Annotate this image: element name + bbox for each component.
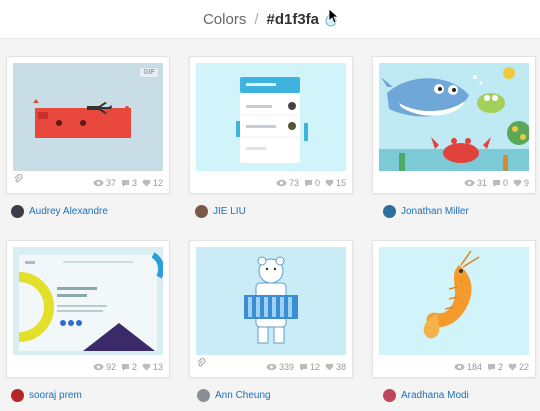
shot-stats: 92 2 13 xyxy=(93,360,163,374)
comments-count: 2 xyxy=(497,362,503,372)
likes-stat[interactable]: 9 xyxy=(513,178,529,188)
gif-badge: GIF xyxy=(139,67,159,78)
views-count: 184 xyxy=(466,362,482,372)
likes-count: 12 xyxy=(152,178,163,188)
comments-stat[interactable]: 12 xyxy=(299,362,320,372)
comments-stat[interactable]: 2 xyxy=(121,362,137,372)
shot-card[interactable]: 339 12 38 xyxy=(189,240,353,378)
likes-count: 9 xyxy=(523,178,529,188)
shot-author[interactable]: Aradhana Modi xyxy=(383,389,469,402)
eye-icon xyxy=(464,179,475,187)
likes-count: 22 xyxy=(518,362,529,372)
shot-author[interactable]: JIE LIU xyxy=(195,205,246,218)
avatar[interactable] xyxy=(11,389,24,402)
comments-count: 0 xyxy=(502,178,508,188)
comments-stat[interactable]: 3 xyxy=(121,178,137,188)
views-stat: 31 xyxy=(464,178,487,188)
shot-author[interactable]: Jonathan Miller xyxy=(383,205,469,218)
likes-count: 15 xyxy=(335,178,346,188)
author-name[interactable]: Jonathan Miller xyxy=(401,206,469,217)
author-name[interactable]: Audrey Alexandre xyxy=(29,206,108,217)
mouse-cursor-icon xyxy=(328,8,340,29)
shot-stats: 73 0 15 xyxy=(276,176,346,190)
shot-author[interactable]: Ann Cheung xyxy=(197,389,271,402)
shot-card[interactable]: 73 0 15 xyxy=(189,56,353,194)
comments-stat[interactable]: 2 xyxy=(487,362,503,372)
likes-stat[interactable]: 22 xyxy=(508,362,529,372)
breadcrumb-separator: / xyxy=(254,10,259,28)
breadcrumb-colors-link[interactable]: Colors xyxy=(203,11,246,28)
shot-thumbnail[interactable] xyxy=(196,63,346,171)
shot-stats: 184 2 22 xyxy=(454,360,529,374)
shot-card[interactable]: GIF 37 3 12 xyxy=(6,56,170,194)
heart-icon xyxy=(513,179,522,187)
heart-icon xyxy=(142,363,151,371)
views-stat: 184 xyxy=(454,362,482,372)
shot-card[interactable]: 184 2 22 xyxy=(372,240,536,378)
likes-stat[interactable]: 15 xyxy=(325,178,346,188)
avatar[interactable] xyxy=(195,205,208,218)
shot-thumbnail[interactable] xyxy=(13,247,163,355)
views-stat: 37 xyxy=(93,178,116,188)
shot-thumbnail[interactable] xyxy=(196,247,346,355)
comments-stat[interactable]: 0 xyxy=(492,178,508,188)
shot-thumbnail[interactable] xyxy=(379,63,529,171)
likes-stat[interactable]: 12 xyxy=(142,178,163,188)
views-count: 31 xyxy=(476,178,487,188)
likes-count: 13 xyxy=(152,362,163,372)
shot-author[interactable]: sooraj prem xyxy=(11,389,82,402)
comments-count: 12 xyxy=(309,362,320,372)
attachment-icon xyxy=(13,172,24,190)
shot-card[interactable]: 31 0 9 xyxy=(372,56,536,194)
shot-stats: 37 3 12 xyxy=(93,176,163,190)
author-name[interactable]: Aradhana Modi xyxy=(401,390,469,401)
shot-stats: 31 0 9 xyxy=(464,176,529,190)
heart-icon xyxy=(142,179,151,187)
eye-icon xyxy=(266,363,277,371)
avatar[interactable] xyxy=(383,205,396,218)
heart-icon xyxy=(508,363,517,371)
heart-icon xyxy=(325,363,334,371)
likes-count: 38 xyxy=(335,362,346,372)
views-stat: 73 xyxy=(276,178,299,188)
comment-icon xyxy=(492,179,501,188)
likes-stat[interactable]: 13 xyxy=(142,362,163,372)
attachment-icon xyxy=(196,356,207,374)
author-name[interactable]: JIE LIU xyxy=(213,206,246,217)
eye-icon xyxy=(276,179,287,187)
views-count: 73 xyxy=(288,178,299,188)
likes-stat[interactable]: 38 xyxy=(325,362,346,372)
comment-icon xyxy=(487,363,496,372)
eye-icon xyxy=(93,179,104,187)
avatar[interactable] xyxy=(383,389,396,402)
comments-stat[interactable]: 0 xyxy=(304,178,320,188)
color-hex-title: #d1f3fa xyxy=(266,10,320,28)
avatar[interactable] xyxy=(197,389,210,402)
shot-author[interactable]: Audrey Alexandre xyxy=(11,205,108,218)
eye-icon xyxy=(93,363,104,371)
comment-icon xyxy=(121,363,130,372)
views-count: 92 xyxy=(105,362,116,372)
views-stat: 92 xyxy=(93,362,116,372)
shot-thumbnail[interactable]: GIF xyxy=(13,63,163,171)
author-name[interactable]: Ann Cheung xyxy=(215,390,271,401)
comment-icon xyxy=(304,179,313,188)
comments-count: 3 xyxy=(131,178,137,188)
comments-count: 0 xyxy=(314,178,320,188)
eye-icon xyxy=(454,363,465,371)
views-stat: 339 xyxy=(266,362,294,372)
shot-stats: 339 12 38 xyxy=(266,360,346,374)
shot-card[interactable]: 92 2 13 xyxy=(6,240,170,378)
views-count: 339 xyxy=(278,362,294,372)
avatar[interactable] xyxy=(11,205,24,218)
comments-count: 2 xyxy=(131,362,137,372)
page-header: Colors / #d1f3fa xyxy=(0,0,540,39)
heart-icon xyxy=(325,179,334,187)
views-count: 37 xyxy=(105,178,116,188)
shot-thumbnail[interactable] xyxy=(379,247,529,355)
author-name[interactable]: sooraj prem xyxy=(29,390,82,401)
comment-icon xyxy=(299,363,308,372)
comment-icon xyxy=(121,179,130,188)
